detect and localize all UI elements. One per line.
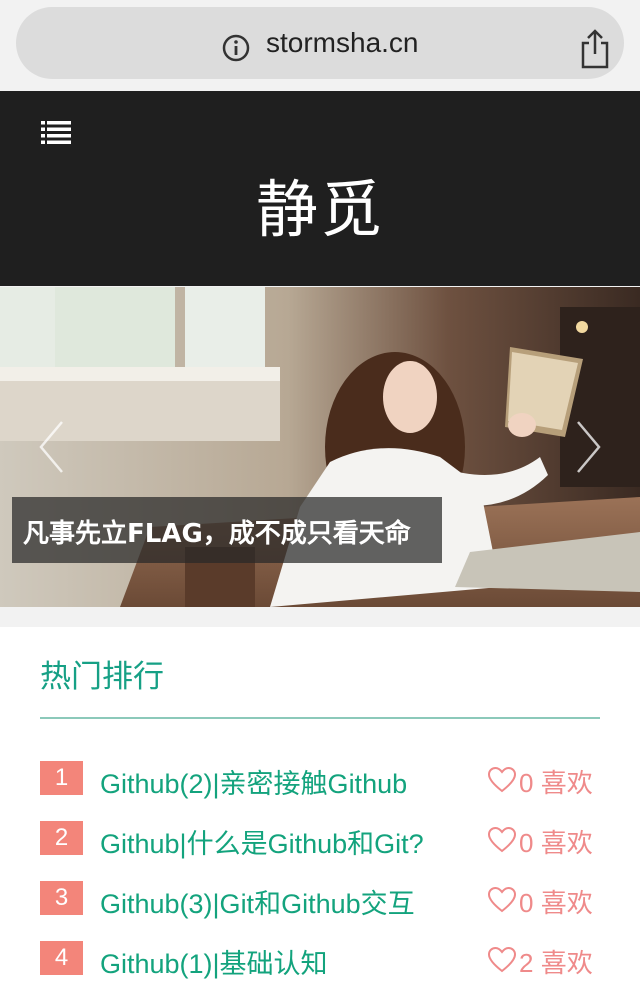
browser-address-bar: stormsha.cn	[0, 0, 640, 91]
heart-icon[interactable]	[487, 946, 517, 973]
divider	[40, 717, 600, 719]
like-count: 0 喜欢	[519, 828, 593, 858]
article-link[interactable]: Github|什么是Github和Git?	[100, 822, 424, 861]
share-icon[interactable]	[578, 28, 612, 70]
heart-icon[interactable]	[487, 766, 517, 793]
article-link[interactable]: Github(2)|亲密接触Github	[100, 762, 407, 801]
like-count: 0 喜欢	[519, 888, 593, 918]
banner-caption-box[interactable]: 凡事先立FLAG，成不成只看天命	[12, 497, 442, 563]
article-link[interactable]: Github(1)|基础认知	[100, 942, 328, 981]
hot-ranking-panel: 热门排行 1 Github(2)|亲密接触Github 0 喜欢 2 Githu…	[0, 627, 640, 1004]
chevron-left-icon[interactable]	[38, 420, 66, 474]
list-item[interactable]: 2 Github|什么是Github和Git? 0 喜欢	[0, 820, 640, 860]
like-count: 2 喜欢	[519, 948, 593, 978]
heart-icon[interactable]	[487, 826, 517, 853]
site-header: 静觅	[0, 91, 640, 286]
article-link[interactable]: Github(3)|Git和Github交互	[100, 882, 415, 921]
list-item[interactable]: 4 Github(1)|基础认知 2 喜欢	[0, 940, 640, 980]
info-icon[interactable]	[222, 34, 250, 62]
heart-icon[interactable]	[487, 886, 517, 913]
rank-badge: 4	[40, 941, 83, 975]
banner-carousel[interactable]: 凡事先立FLAG，成不成只看天命	[0, 287, 640, 607]
hot-ranking-title: 热门排行	[40, 659, 164, 695]
banner-caption[interactable]: 凡事先立FLAG，成不成只看天命	[23, 513, 411, 550]
url-field[interactable]: stormsha.cn	[16, 7, 624, 79]
list-item[interactable]: 3 Github(3)|Git和Github交互 0 喜欢	[0, 880, 640, 920]
rank-badge: 3	[40, 881, 83, 915]
list-icon[interactable]	[41, 121, 71, 144]
rank-badge: 2	[40, 821, 83, 855]
chevron-right-icon[interactable]	[574, 420, 602, 474]
site-title[interactable]: 静觅	[0, 159, 640, 249]
rank-badge: 1	[40, 761, 83, 795]
list-item[interactable]: 1 Github(2)|亲密接触Github 0 喜欢	[0, 760, 640, 800]
url-text[interactable]: stormsha.cn	[266, 27, 419, 59]
like-count: 0 喜欢	[519, 768, 593, 798]
